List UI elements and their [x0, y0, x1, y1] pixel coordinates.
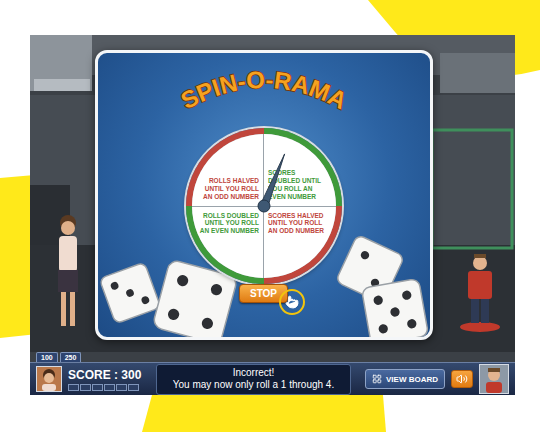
segment-label: SCORES HALVED UNTIL YOU ROLL AN ODD NUMB… [268, 212, 328, 235]
wheel-segment: SCORES HALVED UNTIL YOU ROLL AN ODD NUMB… [264, 207, 336, 279]
wheel-segment: ROLLS HALVED UNTIL YOU ROLL AN ODD NUMBE… [192, 134, 264, 206]
score-slot [80, 384, 91, 391]
sound-button[interactable] [451, 370, 473, 388]
woman-character-icon [58, 215, 78, 326]
score-label: SCORE : 300 [68, 368, 150, 382]
score-slot [128, 384, 139, 391]
stop-area: STOP [239, 283, 288, 303]
score-block: SCORE : 300 [68, 368, 150, 391]
hud: 100250 SCORE : 300 Incorrect!You may now o… [30, 352, 515, 395]
hand-cursor-icon [285, 295, 299, 309]
speaker-icon [456, 373, 468, 385]
title-text: SPIN-O-RAMA [176, 66, 351, 115]
score-slot [116, 384, 127, 391]
segment-label: SCORES DOUBLED UNTIL YOU ROLL AN EVEN NU… [268, 169, 328, 200]
die [361, 278, 428, 337]
board-icon [372, 374, 382, 384]
spin-wheel: ROLLS HALVED UNTIL YOU ROLL AN ODD NUMBE… [186, 128, 342, 284]
score-tabs: 100250 [30, 352, 515, 362]
opponent-avatar [479, 364, 509, 394]
game-scene: SPIN-O-RAMA ROLLS HALVED UNTIL YOU ROLL A… [30, 35, 515, 352]
segment-label: ROLLS HALVED UNTIL YOU ROLL AN ODD NUMBE… [199, 177, 259, 200]
wheel-face: ROLLS HALVED UNTIL YOU ROLL AN ODD NUMBE… [192, 134, 336, 278]
page: SPIN-O-RAMA ROLLS HALVED UNTIL YOU ROLL A… [0, 0, 540, 432]
message-line: You may now only roll a 1 through 4. [161, 379, 346, 392]
die [99, 262, 161, 324]
wheel-segment: SCORES DOUBLED UNTIL YOU ROLL AN EVEN NU… [264, 134, 336, 206]
game-frame: SPIN-O-RAMA ROLLS HALVED UNTIL YOU ROLL A… [30, 35, 515, 395]
dialog-title: SPIN-O-RAMA [144, 57, 384, 125]
woman-avatar-icon [37, 367, 61, 391]
score-slot [92, 384, 103, 391]
status-bar: SCORE : 300 Incorrect!You may now only ro… [30, 362, 515, 395]
score-slot [104, 384, 115, 391]
wheel-needle-icon [192, 134, 336, 278]
segment-label: ROLLS DOUBLED UNTIL YOU ROLL AN EVEN NUM… [199, 212, 259, 235]
score-tab[interactable]: 250 [60, 352, 82, 362]
spin-dialog: SPIN-O-RAMA ROLLS HALVED UNTIL YOU ROLL A… [95, 50, 433, 340]
score-slots [68, 384, 150, 391]
view-board-button[interactable]: VIEW BOARD [365, 369, 445, 389]
message-box: Incorrect!You may now only roll a 1 thro… [156, 364, 351, 395]
cursor-highlight [279, 289, 305, 315]
message-line: Incorrect! [161, 367, 346, 380]
man-avatar-icon [480, 365, 508, 393]
score-slot [68, 384, 79, 391]
score-tab[interactable]: 100 [36, 352, 58, 362]
player-avatar [36, 366, 62, 392]
man-character-icon [460, 254, 500, 332]
